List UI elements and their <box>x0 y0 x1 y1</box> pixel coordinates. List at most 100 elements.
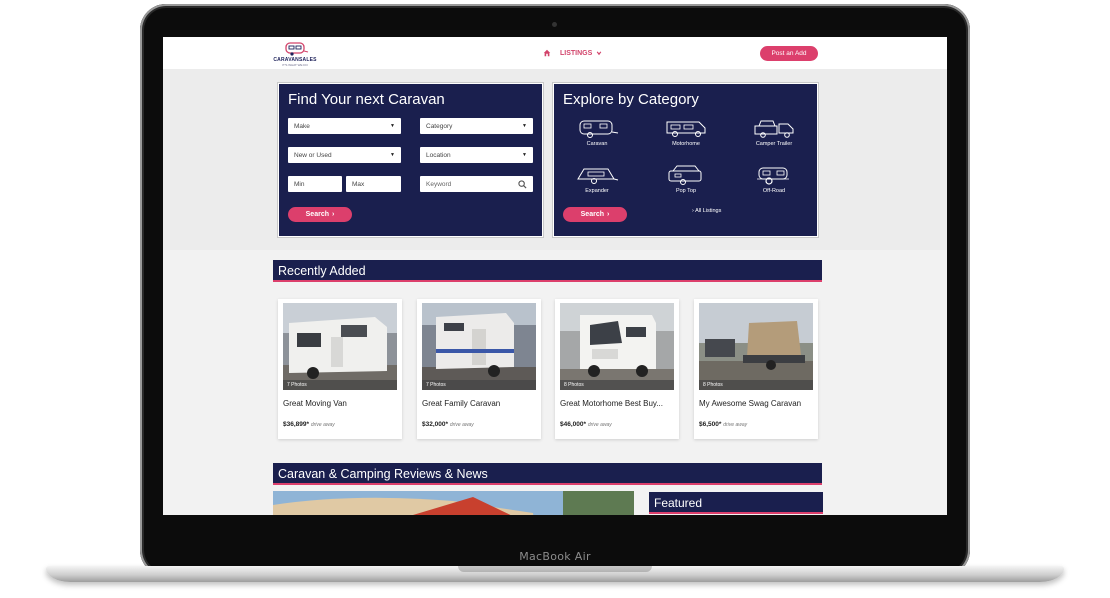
keyword-placeholder: Keyword <box>426 180 452 188</box>
condition-select-value: New or Used <box>294 151 332 159</box>
dropdown-caret-icon: ▼ <box>522 152 527 158</box>
category-pop-top[interactable]: Pop Top <box>656 165 716 205</box>
dropdown-caret-icon: ▼ <box>522 123 527 129</box>
listing-card[interactable]: 8 Photos Great Motorhome Best Buy... $46… <box>555 299 679 439</box>
site-logo[interactable]: CARAVANSALES IT'S WHAT WE DO <box>272 41 318 67</box>
chevron-right-icon: › <box>607 211 610 218</box>
home-icon <box>543 49 551 57</box>
listing-price-value: $6,500* <box>699 421 722 428</box>
make-select[interactable]: Make ▼ <box>288 118 401 134</box>
category-label: Pop Top <box>675 188 697 194</box>
camper-trailer-photo-image <box>699 303 813 390</box>
search-icon <box>518 179 527 189</box>
listing-price: $32,000* drive away <box>422 421 474 428</box>
category-select[interactable]: Category ▼ <box>420 118 533 134</box>
motorhome-icon <box>666 121 706 137</box>
category-off-road[interactable]: Off-Road <box>744 165 804 205</box>
min-price-placeholder: Min <box>294 180 305 188</box>
pop-top-icon <box>668 165 702 185</box>
listing-photo: 8 Photos <box>560 303 674 390</box>
recently-added-header: Recently Added <box>273 260 822 282</box>
listing-title: Great Motorhome Best Buy... <box>560 399 664 408</box>
browser-screen: CARAVANSALES IT'S WHAT WE DO LISTINGS Po… <box>163 37 947 515</box>
listing-price: $6,500* drive away <box>699 421 747 428</box>
keyword-input[interactable]: Keyword <box>420 176 533 192</box>
category-label: Motorhome <box>672 141 700 147</box>
category-motorhome[interactable]: Motorhome <box>656 118 716 158</box>
find-search-button[interactable]: Search › <box>288 207 352 222</box>
featured-header: Featured <box>649 492 823 514</box>
chevron-right-icon: › <box>692 208 694 214</box>
explore-panel-title: Explore by Category <box>563 91 699 108</box>
chevron-down-icon <box>597 51 602 56</box>
caravan-photo-image <box>422 303 536 390</box>
condition-select[interactable]: New or Used ▼ <box>288 147 401 163</box>
listing-price-note: drive away <box>723 422 748 428</box>
photo-count: 8 Photos <box>699 380 813 390</box>
category-caravan[interactable]: Caravan <box>567 118 627 158</box>
webcam <box>552 22 557 27</box>
listing-title: My Awesome Swag Caravan <box>699 399 802 408</box>
chevron-right-icon: › <box>332 211 335 218</box>
category-camper-trailer[interactable]: Camper Trailer <box>744 118 804 158</box>
listing-title: Great Moving Van <box>283 399 347 408</box>
category-label: Camper Trailer <box>755 141 793 147</box>
listing-photo: 8 Photos <box>699 303 813 390</box>
max-price-field[interactable]: Max <box>346 176 401 192</box>
category-label: Expander <box>585 188 609 194</box>
listing-card[interactable]: 7 Photos Great Family Caravan $32,000* d… <box>417 299 541 439</box>
listing-title: Great Family Caravan <box>422 399 501 408</box>
find-panel-title: Find Your next Caravan <box>288 91 445 108</box>
caravan-photo-image <box>283 303 397 390</box>
camper-trailer-icon <box>754 120 794 138</box>
listing-photo: 7 Photos <box>422 303 536 390</box>
max-price-placeholder: Max <box>352 180 365 188</box>
caravan-icon <box>579 120 619 138</box>
find-caravan-panel: Find Your next Caravan Make ▼ Category ▼… <box>278 83 543 237</box>
photo-count: 7 Photos <box>283 380 397 390</box>
listing-price-value: $32,000* <box>422 421 449 428</box>
make-select-value: Make <box>294 122 310 130</box>
review-photo-image <box>273 491 634 515</box>
logo-tagline: IT'S WHAT WE DO <box>282 63 308 67</box>
review-article-image[interactable] <box>273 491 634 515</box>
listing-price-note: drive away <box>310 422 335 428</box>
explore-search-label: Search <box>580 211 604 218</box>
reviews-news-header: Caravan & Camping Reviews & News <box>273 463 822 485</box>
explore-category-panel: Explore by Category Caravan Motorhome Ca… <box>553 83 818 237</box>
recently-added-heading: Recently Added <box>278 264 366 278</box>
post-an-ad-button[interactable]: Post an Add <box>760 46 818 61</box>
listing-card[interactable]: 7 Photos Great Moving Van $36,899* drive… <box>278 299 402 439</box>
category-label: Caravan <box>586 141 608 147</box>
motorhome-photo-image <box>560 303 674 390</box>
listing-price-note: drive away <box>587 422 612 428</box>
location-select-value: Location <box>426 151 451 159</box>
listing-price-note: drive away <box>449 422 474 428</box>
nav-listings-label: LISTINGS <box>560 49 593 57</box>
listing-price: $36,899* drive away <box>283 421 335 428</box>
listing-photo: 7 Photos <box>283 303 397 390</box>
device-model-label: MacBook Air <box>519 550 591 563</box>
category-label: Off-Road <box>762 188 786 194</box>
expander-icon <box>577 168 619 184</box>
category-select-value: Category <box>426 122 453 130</box>
dropdown-caret-icon: ▼ <box>390 123 395 129</box>
all-listings-link[interactable]: › All Listings <box>692 208 721 214</box>
dropdown-caret-icon: ▼ <box>390 152 395 158</box>
explore-search-button[interactable]: Search › <box>563 207 627 222</box>
listing-price: $46,000* drive away <box>560 421 612 428</box>
nav-listings-menu[interactable]: LISTINGS <box>543 48 602 58</box>
category-expander[interactable]: Expander <box>567 165 627 205</box>
location-select[interactable]: Location ▼ <box>420 147 533 163</box>
find-search-label: Search <box>305 211 329 218</box>
hero-search-area: Find Your next Caravan Make ▼ Category ▼… <box>163 69 947 250</box>
all-listings-label: All Listings <box>695 208 722 214</box>
listing-card[interactable]: 8 Photos My Awesome Swag Caravan $6,500*… <box>694 299 818 439</box>
listing-price-value: $46,000* <box>560 421 587 428</box>
min-price-field[interactable]: Min <box>288 176 342 192</box>
reviews-news-heading: Caravan & Camping Reviews & News <box>278 467 488 481</box>
photo-count: 7 Photos <box>422 380 536 390</box>
photo-count: 8 Photos <box>560 380 674 390</box>
caravan-logo-icon <box>285 42 309 56</box>
top-navbar: CARAVANSALES IT'S WHAT WE DO LISTINGS Po… <box>163 37 947 69</box>
